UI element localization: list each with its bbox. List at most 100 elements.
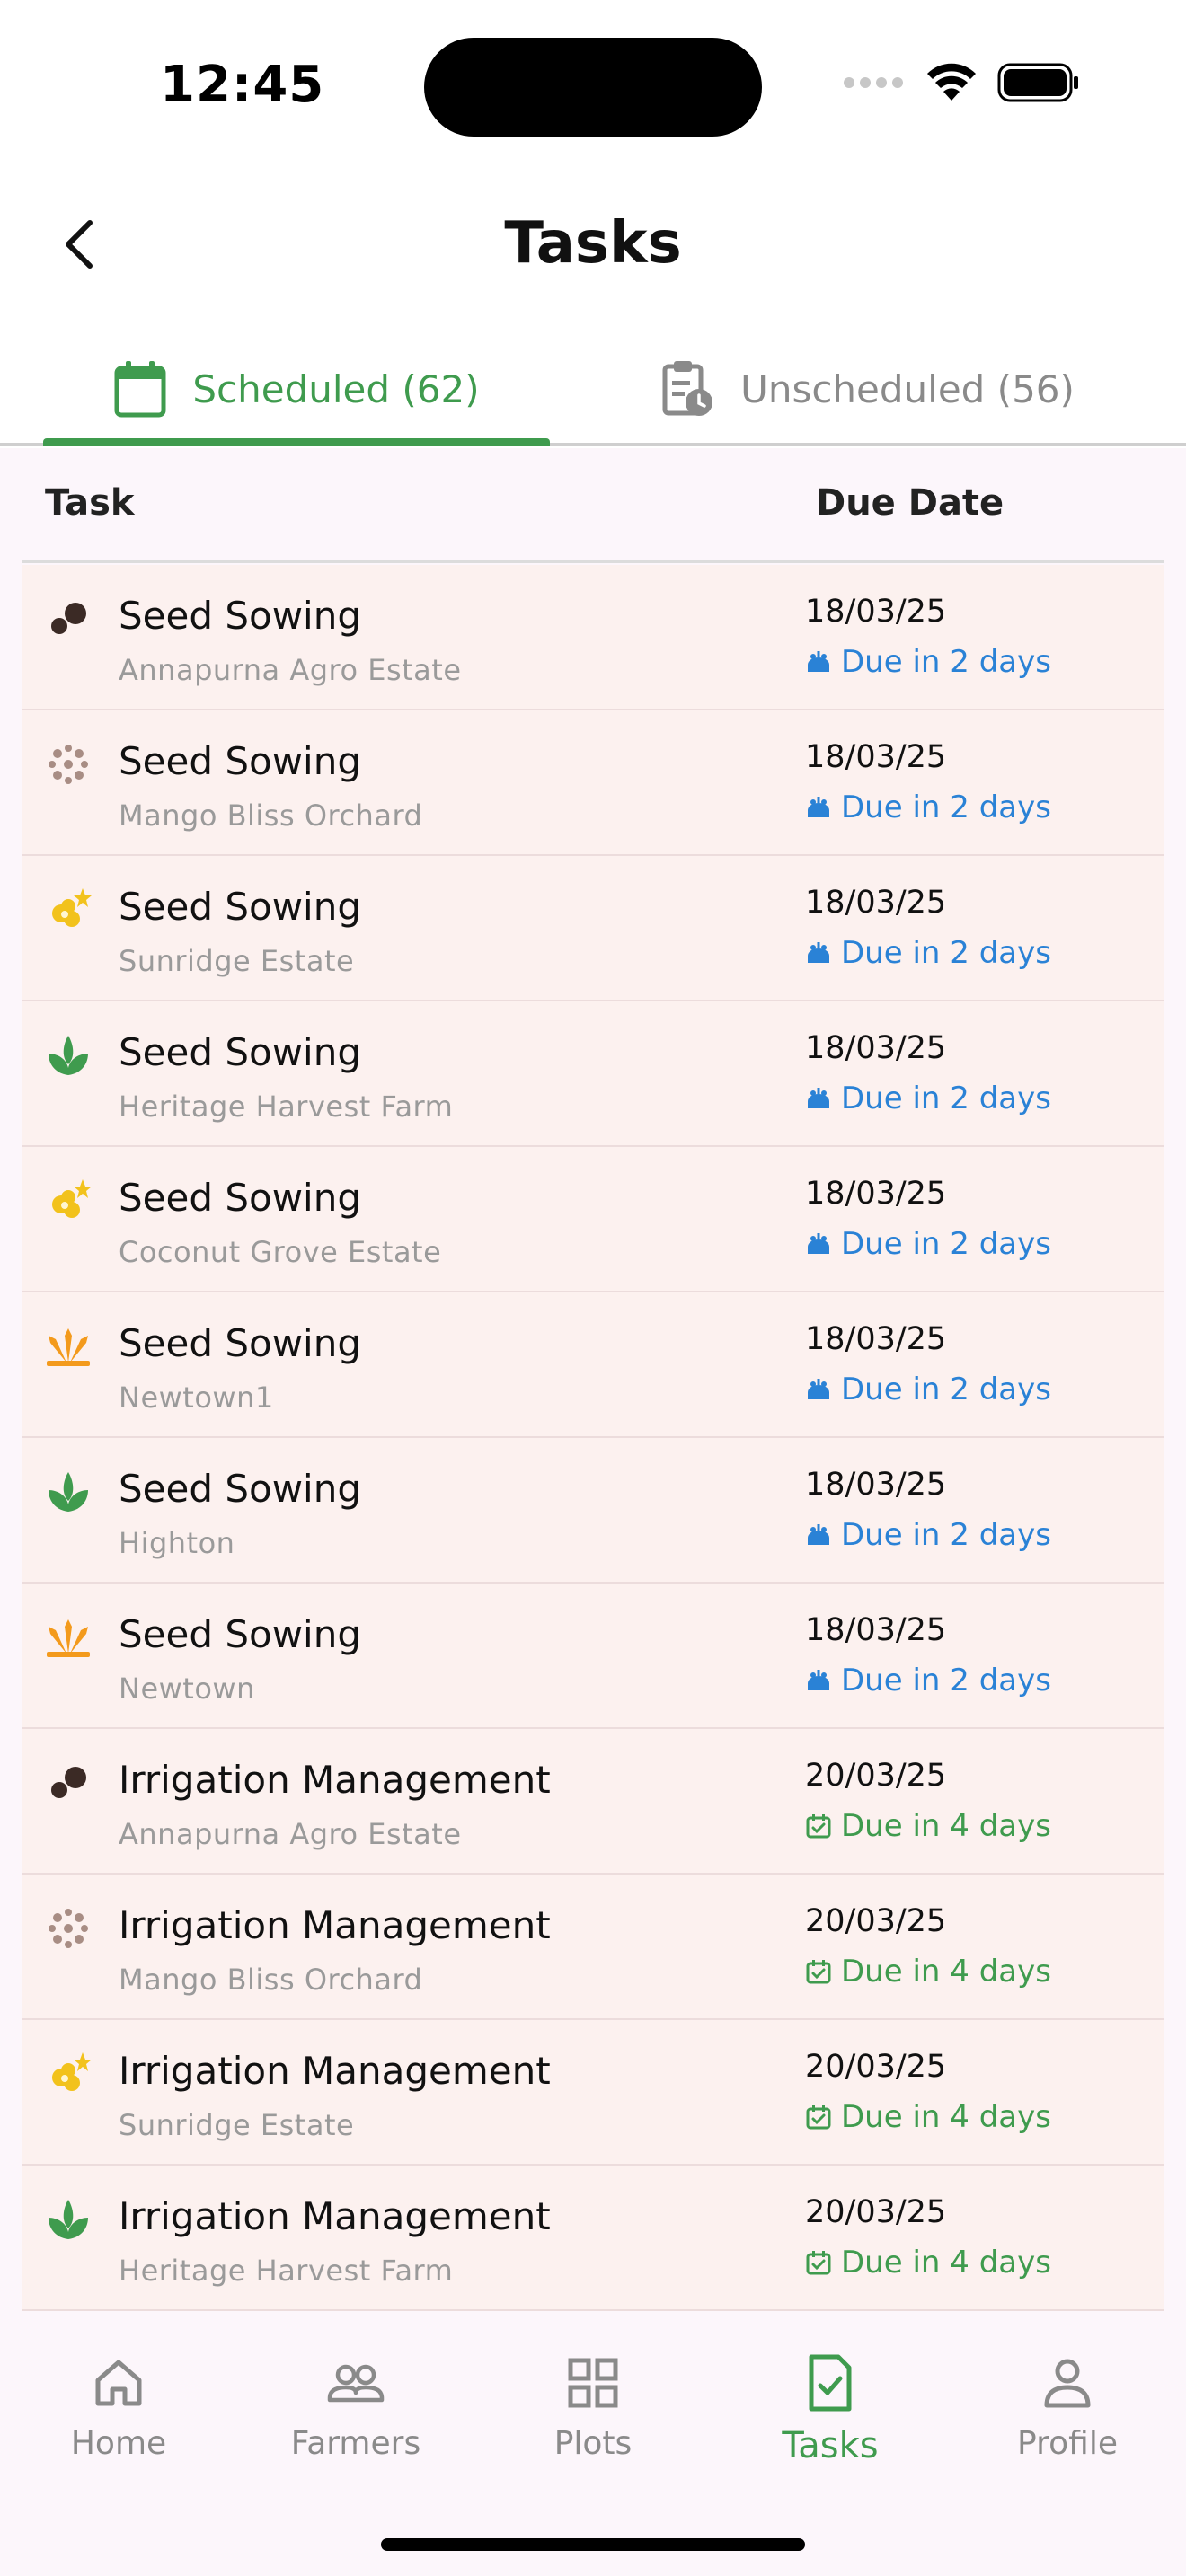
page-title: Tasks [504,210,682,277]
due-date: 18/03/25 [805,1176,947,1212]
due-status: Due in 2 days [805,790,1051,825]
grid-icon [568,2358,618,2408]
due-date: 20/03/25 [805,2049,947,2085]
due-status-text: Due in 2 days [841,1081,1051,1116]
farm-name: Highton [119,1526,235,1560]
task-row[interactable]: Seed Sowing Mango Bliss Orchard 18/03/25 Du… [22,710,1164,856]
due-status: Due in 2 days [805,1517,1051,1553]
wheat-sprout-icon [45,1614,92,1661]
task-row[interactable]: Seed Sowing Highton 18/03/25 Due in 2 days [22,1438,1164,1584]
due-status: Due in 2 days [805,1081,1051,1116]
calendar-check-icon [806,2105,831,2130]
task-name: Irrigation Management [119,2194,551,2238]
tab-scheduled[interactable]: Scheduled (62) [43,332,550,446]
sunrise-icon [808,797,829,817]
home-indicator [381,2538,805,2551]
farm-name: Coconut Grove Estate [119,1235,442,1269]
person-icon [1044,2359,1091,2408]
task-name: Irrigation Management [119,2049,551,2093]
nav-home[interactable]: Home [29,2353,208,2488]
due-status: Due in 2 days [805,1372,1051,1407]
nav-profile-label: Profile [1017,2425,1118,2462]
peas-icon [45,1760,92,1806]
peas-icon [45,595,92,642]
due-date: 18/03/25 [805,594,947,630]
green-leaf-icon [45,1032,92,1079]
green-leaf-icon [45,1469,92,1515]
clipboard-clock-icon [662,361,713,416]
due-status: Due in 2 days [805,1226,1051,1262]
yellow-flower-icon [45,2051,92,2097]
farm-name: Annapurna Agro Estate [119,1817,462,1851]
sunrise-icon [808,1670,829,1690]
due-status-text: Due in 4 days [841,1954,1051,1989]
farm-name: Newtown1 [119,1381,274,1415]
task-list: Seed Sowing Annapurna Agro Estate 18/03/25… [22,565,1164,2311]
sunrise-icon [808,1088,829,1108]
task-name: Seed Sowing [119,1321,362,1365]
task-row[interactable]: Irrigation Management Heritage Harvest Fa… [22,2166,1164,2311]
sunrise-icon [808,1524,829,1545]
due-status: Due in 2 days [805,644,1051,680]
green-leaf-icon [45,2196,92,2243]
farm-name: Sunridge Estate [119,944,355,978]
farm-name: Annapurna Agro Estate [119,653,462,687]
task-row[interactable]: Irrigation Management Sunridge Estate 20/0… [22,2020,1164,2166]
nav-tasks-label: Tasks [782,2425,879,2466]
tab-unscheduled[interactable]: Unscheduled (56) [593,332,1143,446]
tab-unscheduled-label: Unscheduled (56) [740,366,1075,411]
farm-name: Newtown [119,1672,255,1706]
task-name: Seed Sowing [119,1467,362,1511]
task-row[interactable]: Seed Sowing Newtown 18/03/25 Due in 2 days [22,1584,1164,1729]
task-document-icon [809,2354,852,2412]
task-row[interactable]: Seed Sowing Coconut Grove Estate 18/03/25 D… [22,1147,1164,1292]
due-status: Due in 4 days [805,1954,1051,1989]
dynamic-island [424,38,762,137]
farm-name: Sunridge Estate [119,2108,355,2142]
nav-home-label: Home [70,2425,167,2462]
seeds-dots-icon [45,741,92,788]
due-status-text: Due in 2 days [841,790,1051,825]
sunrise-icon [808,1233,829,1254]
task-name: Seed Sowing [119,594,362,638]
task-row[interactable]: Seed Sowing Heritage Harvest Farm 18/03/25… [22,1001,1164,1147]
nav-farmers[interactable]: Farmers [266,2353,446,2488]
task-name: Seed Sowing [119,1176,362,1220]
due-status-text: Due in 4 days [841,2099,1051,2135]
status-icons [843,63,1080,102]
task-row[interactable]: Seed Sowing Annapurna Agro Estate 18/03/25… [22,565,1164,710]
task-row[interactable]: Irrigation Management Annapurna Agro Esta… [22,1729,1164,1875]
yellow-flower-icon [45,1178,92,1224]
header: Tasks [0,198,1186,287]
calendar-check-icon [806,2251,831,2275]
due-status-text: Due in 2 days [841,935,1051,971]
due-status-text: Due in 2 days [841,1226,1051,1262]
calendar-check-icon [806,1960,831,1984]
tab-scheduled-label: Scheduled (62) [192,366,480,411]
status-bar: 12:45 [0,0,1186,171]
nav-farmers-label: Farmers [290,2425,421,2462]
active-tab-indicator [43,438,550,446]
due-status-text: Due in 2 days [841,1517,1051,1553]
task-row[interactable]: Seed Sowing Sunridge Estate 18/03/25 Due in… [22,856,1164,1001]
nav-profile[interactable]: Profile [978,2353,1157,2488]
task-name: Irrigation Management [119,1758,551,1802]
column-header-due-date: Due Date [816,482,1005,524]
column-header-task: Task [45,482,135,524]
due-status-text: Due in 2 days [841,1372,1051,1407]
due-date: 20/03/25 [805,2194,947,2230]
nav-tasks[interactable]: Tasks [740,2353,920,2488]
wheat-sprout-icon [45,1323,92,1370]
farm-name: Heritage Harvest Farm [119,2254,454,2288]
task-row[interactable]: Irrigation Management Mango Bliss Orchard… [22,1875,1164,2020]
yellow-flower-icon [45,887,92,933]
task-row[interactable]: Seed Sowing Newtown1 18/03/25 Due in 2 days [22,1292,1164,1438]
due-date: 18/03/25 [805,1321,947,1357]
due-status-text: Due in 2 days [841,1663,1051,1698]
due-date: 18/03/25 [805,885,947,921]
due-status-text: Due in 2 days [841,644,1051,680]
people-icon [327,2364,385,2403]
nav-plots[interactable]: Plots [503,2353,683,2488]
due-status: Due in 4 days [805,2099,1051,2135]
farm-name: Heritage Harvest Farm [119,1090,454,1124]
